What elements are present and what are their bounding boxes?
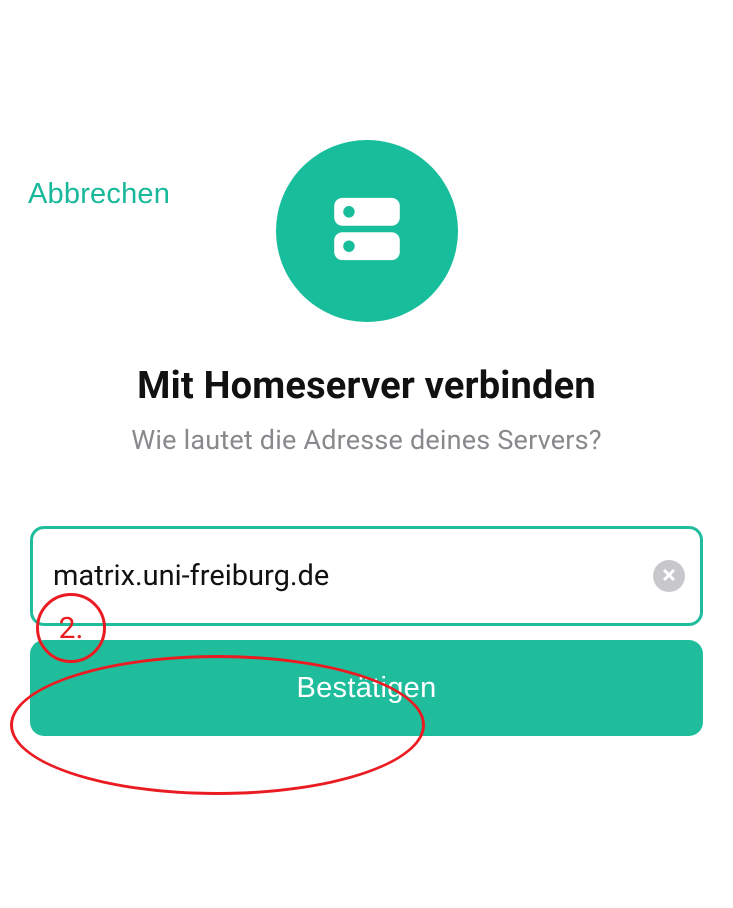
server-address-input[interactable] bbox=[30, 526, 703, 626]
confirm-button[interactable]: Bestätigen bbox=[30, 640, 703, 736]
server-icon-circle bbox=[276, 140, 458, 322]
clear-input-button[interactable] bbox=[653, 560, 685, 592]
server-icon bbox=[326, 188, 408, 274]
close-icon bbox=[662, 568, 676, 585]
dialog-container: Abbrechen Mit Homeserver verbinden Wie l… bbox=[0, 140, 733, 908]
page-subtitle: Wie lautet die Adresse deines Servers? bbox=[0, 424, 733, 456]
page-title: Mit Homeserver verbinden bbox=[0, 364, 733, 408]
server-input-wrap bbox=[30, 526, 703, 626]
cancel-button[interactable]: Abbrechen bbox=[28, 178, 170, 211]
